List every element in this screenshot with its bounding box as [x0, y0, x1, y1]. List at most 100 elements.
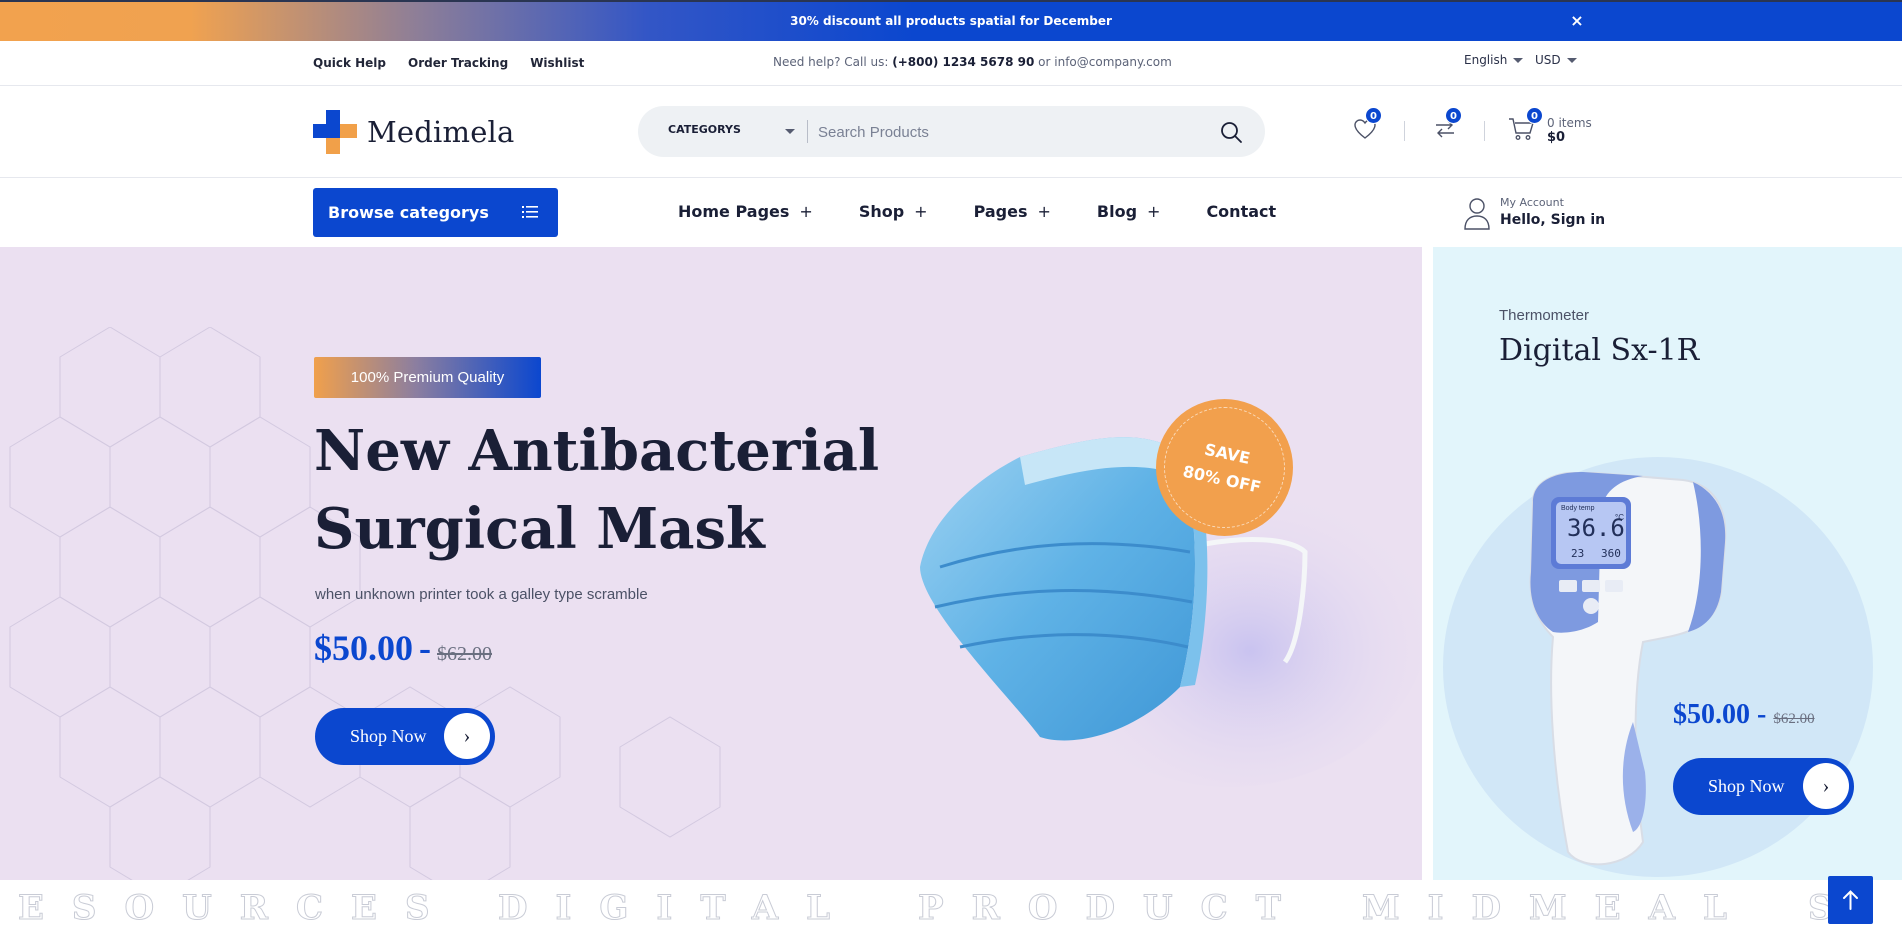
- header-divider: [1404, 121, 1405, 141]
- nav-item-contact[interactable]: Contact: [1206, 202, 1276, 221]
- nav-item-pages[interactable]: Pages +: [974, 202, 1051, 221]
- hero-title: New Antibacterial Surgical Mask: [314, 412, 914, 568]
- cart-items: 0 items: [1547, 116, 1592, 130]
- hero-subtitle: when unknown printer took a galley type …: [315, 586, 648, 603]
- nav-label: Contact: [1206, 202, 1277, 221]
- arrow-right-icon: ›: [1803, 763, 1849, 809]
- promo-kicker: Thermometer: [1499, 307, 1590, 324]
- nav-label: Blog: [1096, 202, 1138, 221]
- chevron-down-icon: [1566, 57, 1577, 63]
- order-tracking-link[interactable]: Order Tracking: [408, 56, 508, 70]
- hero-shop-now-button[interactable]: Shop Now ›: [315, 708, 495, 765]
- category-select[interactable]: CATEGORYS: [668, 123, 741, 136]
- logo[interactable]: Medimela: [313, 110, 515, 154]
- currency-value: USD: [1535, 53, 1561, 67]
- price-separator: -: [1757, 699, 1767, 730]
- marquee-strip: ESOURCES DIGITAL PRODUCT MIDMEAL S: [0, 880, 1902, 933]
- announcement-bar: 30% discount all products spatial for De…: [0, 0, 1902, 41]
- old-price: $62.00: [437, 643, 492, 665]
- scroll-to-top-button[interactable]: [1828, 876, 1873, 924]
- account-main-label: Hello, Sign in: [1500, 212, 1606, 228]
- thermometer-unit: °C: [1615, 513, 1624, 522]
- quick-help-link[interactable]: Quick Help: [313, 56, 386, 70]
- help-email[interactable]: info@company.com: [1054, 55, 1172, 69]
- plus-icon: +: [914, 202, 928, 221]
- help-phone[interactable]: (+800) 1234 5678 90: [892, 55, 1034, 69]
- account-sub-label: My Account: [1500, 196, 1564, 209]
- shop-now-label: Shop Now: [1708, 776, 1785, 796]
- marquee-word: ESOURCES: [18, 888, 458, 929]
- hero-price: $50.00- $62.00: [314, 627, 492, 669]
- save-badge: SAVE 80% OFF: [1156, 399, 1293, 536]
- user-icon: [1464, 198, 1490, 230]
- hero-banner: 100% Premium Quality New Antibacterial S…: [0, 247, 1422, 880]
- hero-title-line: New Antibacterial: [314, 418, 880, 484]
- utility-links: Quick Help Order Tracking Wishlist: [313, 56, 584, 70]
- nav-menu: Home Pages + Shop + Pages + Blog + Contact: [678, 202, 1322, 221]
- plus-icon: +: [1037, 202, 1051, 221]
- hero-title-line: Surgical Mask: [314, 496, 765, 562]
- plus-icon: +: [799, 202, 813, 221]
- main-nav: Browse categorys Home Pages + Shop + Pages…: [0, 178, 1902, 247]
- close-icon[interactable]: ×: [1567, 11, 1587, 31]
- logo-text: Medimela: [367, 115, 515, 149]
- marquee-word: MIDMEAL: [1362, 888, 1755, 929]
- thermometer-small-1: 23: [1571, 547, 1584, 560]
- help-or: or: [1034, 55, 1055, 69]
- help-prefix: Need help? Call us:: [773, 55, 893, 69]
- current-price: $50.00: [314, 628, 413, 668]
- compare-button[interactable]: 0: [1432, 107, 1462, 142]
- wishlist-button[interactable]: 0: [1352, 107, 1382, 142]
- browse-categories-button[interactable]: Browse categorys: [313, 188, 558, 237]
- nav-label: Pages: [973, 202, 1028, 221]
- nav-item-home-pages[interactable]: Home Pages +: [678, 202, 813, 221]
- nav-label: Shop: [858, 202, 905, 221]
- search-bar: CATEGORYS: [638, 106, 1265, 157]
- arrow-right-icon: ›: [444, 713, 490, 759]
- site-header: Medimela CATEGORYS 0 0 0: [0, 86, 1902, 178]
- marquee-word: PRODUCT: [918, 888, 1309, 929]
- surgical-mask-image: [920, 437, 1420, 787]
- language-value: English: [1464, 53, 1508, 67]
- current-price: $50.00: [1673, 699, 1750, 730]
- nav-label: Home Pages: [678, 202, 790, 221]
- help-contact: Need help? Call us: (+800) 1234 5678 90 …: [773, 55, 1172, 69]
- list-icon: [522, 206, 538, 218]
- cart-button[interactable]: 0: [1508, 107, 1543, 142]
- old-price: $62.00: [1773, 711, 1815, 727]
- promo-shop-now-button[interactable]: Shop Now ›: [1673, 758, 1854, 815]
- cart-count-badge: 0: [1526, 107, 1543, 124]
- utility-bar: Quick Help Order Tracking Wishlist Need …: [0, 41, 1902, 86]
- chevron-down-icon[interactable]: [785, 129, 795, 134]
- header-divider: [1484, 121, 1485, 141]
- arrow-up-icon: [1843, 890, 1858, 910]
- thermometer-caption: Body temp: [1561, 505, 1595, 512]
- premium-quality-tag: 100% Premium Quality: [314, 357, 541, 398]
- nav-item-blog[interactable]: Blog +: [1097, 202, 1161, 221]
- search-icon[interactable]: [1219, 120, 1243, 144]
- announcement-text: 30% discount all products spatial for De…: [790, 14, 1112, 28]
- currency-select[interactable]: USD: [1535, 53, 1577, 67]
- plus-icon: +: [1147, 202, 1161, 221]
- wishlist-link[interactable]: Wishlist: [530, 56, 584, 70]
- marquee-word: DIGITAL: [497, 888, 859, 929]
- account-link[interactable]: My Account Hello, Sign in: [1462, 196, 1605, 230]
- logo-cross-icon: [313, 110, 357, 154]
- price-separator: -: [419, 628, 431, 668]
- promo-price: $50.00 - $62.00: [1673, 699, 1815, 731]
- thermometer-small-2: 360: [1601, 547, 1621, 560]
- wishlist-count-badge: 0: [1365, 107, 1382, 124]
- promo-title: Digital Sx-1R: [1499, 333, 1700, 368]
- hexagon-pattern: [9, 327, 721, 880]
- language-select[interactable]: English: [1464, 53, 1524, 67]
- search-input[interactable]: [818, 118, 1198, 146]
- promo-card: Thermometer Digital Sx-1R Body temp 36.6…: [1433, 247, 1902, 880]
- chevron-down-icon: [1513, 57, 1524, 63]
- cart-total: $0: [1547, 130, 1566, 145]
- cart-summary[interactable]: 0 items $0: [1547, 116, 1592, 145]
- browse-label: Browse categorys: [328, 203, 489, 222]
- shop-now-label: Shop Now: [350, 726, 427, 746]
- search-divider: [807, 120, 808, 143]
- compare-count-badge: 0: [1445, 107, 1462, 124]
- nav-item-shop[interactable]: Shop +: [859, 202, 928, 221]
